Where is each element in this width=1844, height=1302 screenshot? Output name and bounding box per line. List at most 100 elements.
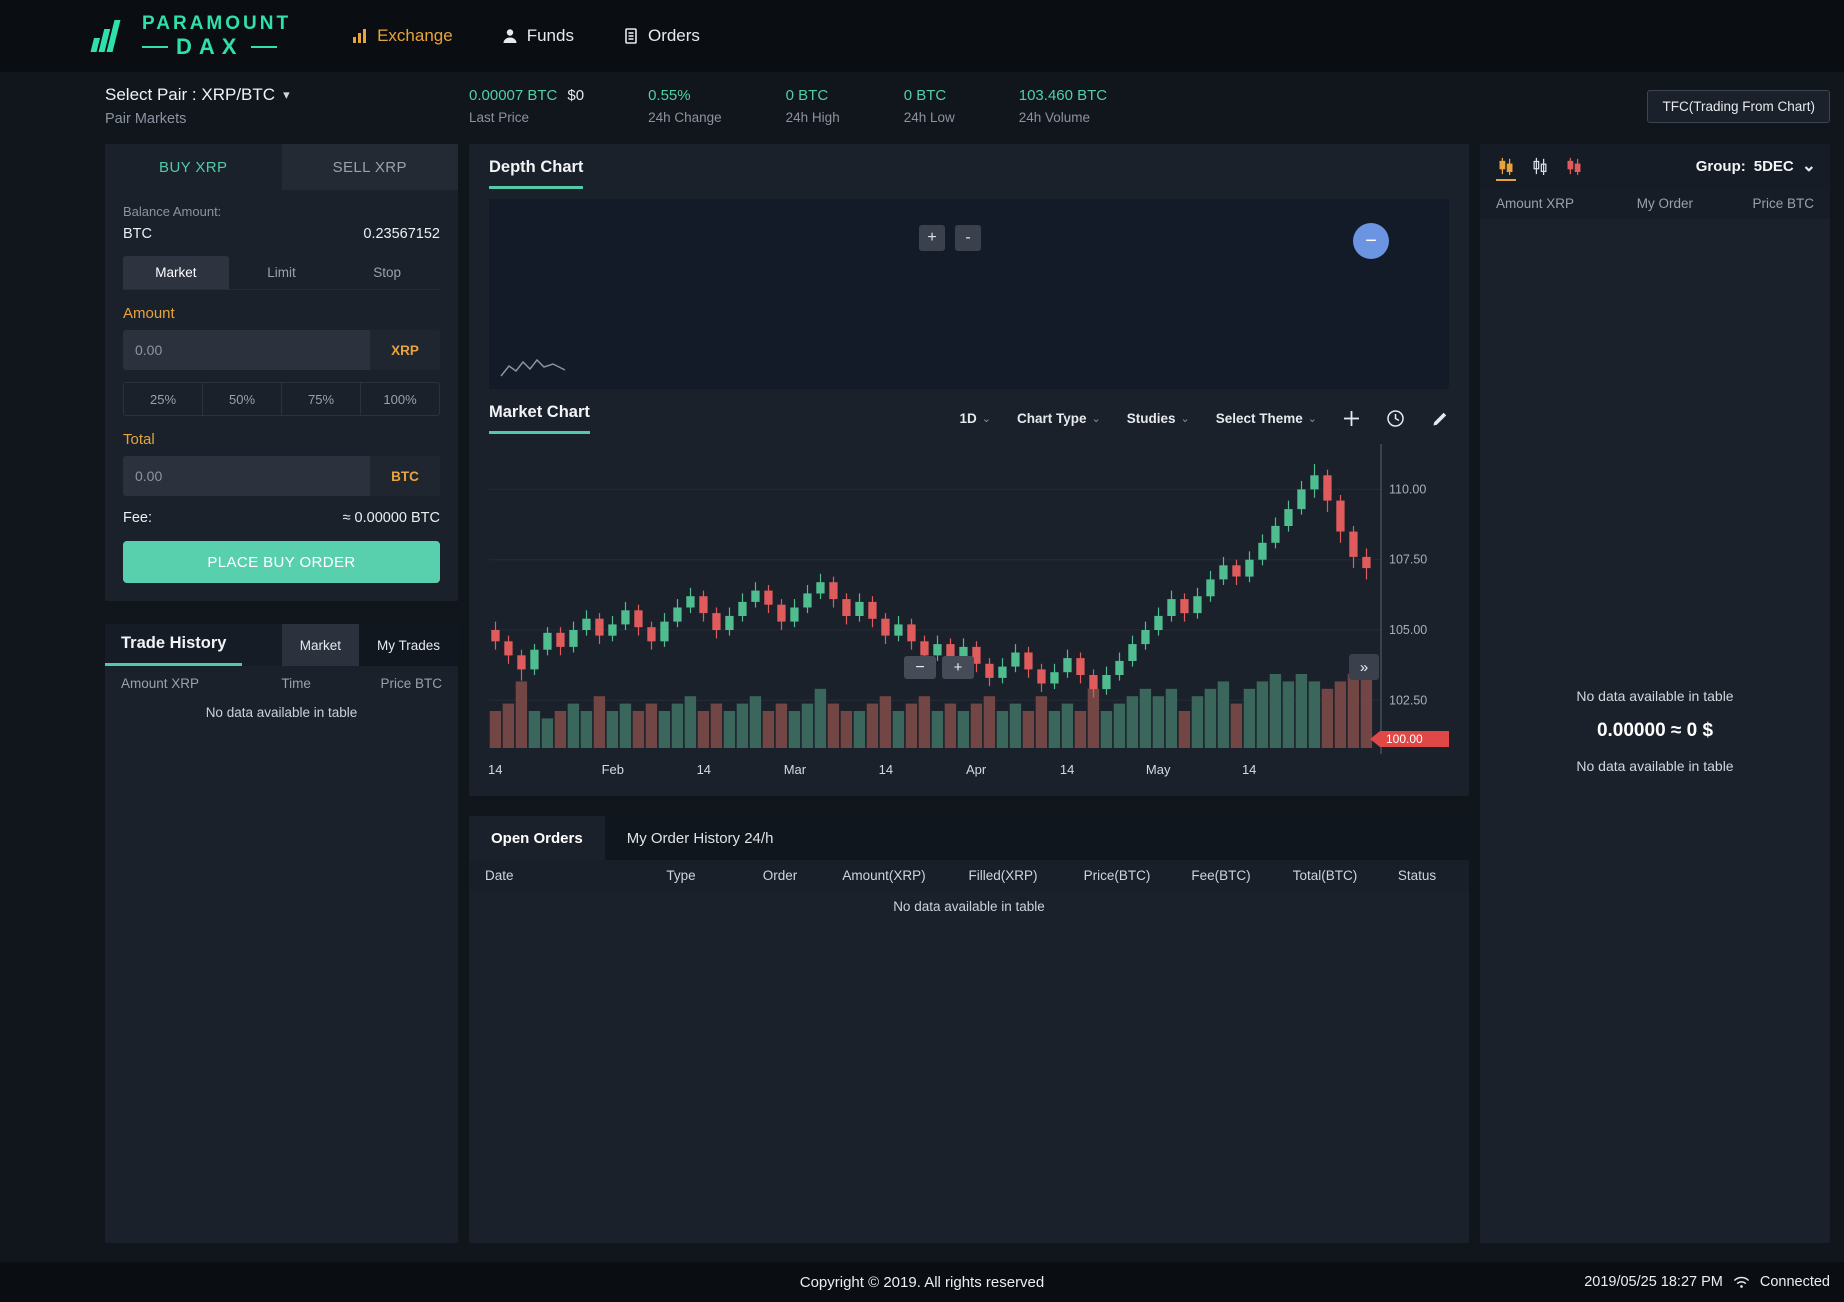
stat-24h-high: 0 BTC 24h High	[786, 87, 840, 125]
nav-item-orders[interactable]: Orders	[622, 26, 700, 46]
draw-pencil-icon[interactable]	[1431, 410, 1449, 428]
stat-last-price: 0.00007 BTC $0 Last Price	[469, 87, 584, 125]
depth-zoom-out-button[interactable]: -	[955, 225, 981, 251]
chevron-down-icon: ⌄	[1180, 413, 1190, 425]
group-value: 5DEC	[1753, 157, 1794, 175]
group-select[interactable]: Group: 5DEC ⌄	[1696, 156, 1816, 176]
order-type-tab-stop[interactable]: Stop	[334, 256, 440, 289]
sell-tab[interactable]: SELL XRP	[281, 144, 458, 190]
clock-icon[interactable]	[1386, 409, 1405, 428]
tfc-button[interactable]: TFC(Trading From Chart)	[1647, 89, 1830, 123]
exchange-icon	[351, 27, 369, 45]
main-content: BUY XRP SELL XRP Balance Amount: BTC 0.2…	[0, 140, 1844, 1243]
order-type-tab-market[interactable]: Market	[123, 256, 229, 289]
trade-history-tab-my-trades[interactable]: My Trades	[358, 624, 458, 666]
wifi-icon	[1732, 1272, 1751, 1293]
svg-text:14: 14	[489, 762, 502, 777]
amount-input[interactable]	[123, 330, 370, 370]
column-header: Price BTC	[380, 676, 442, 691]
depth-zoom-in-button[interactable]: +	[919, 225, 945, 251]
chart-zoom-out-button[interactable]: −	[904, 656, 936, 679]
nav-item-exchange[interactable]: Exchange	[351, 26, 453, 46]
order-type-tab-limit[interactable]: Limit	[229, 256, 335, 289]
theme-dropdown[interactable]: Select Theme ⌄	[1216, 411, 1317, 426]
depth-sparkline-icon	[499, 354, 569, 385]
fee-label: Fee:	[123, 510, 153, 526]
chevron-down-icon: ⌄	[1801, 156, 1816, 175]
chart-scroll-latest-button[interactable]: »	[1349, 654, 1379, 680]
stat-label: 24h Change	[648, 110, 722, 125]
column-header: Filled(XRP)	[968, 868, 1038, 883]
depth-chart-title: Depth Chart	[489, 158, 584, 189]
depth-chart-area[interactable]: + - −	[489, 199, 1449, 389]
stat-value: 103.460 BTC	[1018, 87, 1108, 104]
depth-collapse-button[interactable]: −	[1353, 223, 1389, 259]
buy-tab[interactable]: BUY XRP	[105, 144, 282, 190]
select-pair-dropdown[interactable]: Select Pair : XRP/BTC ▾	[105, 85, 445, 105]
open-orders-tab[interactable]: Open Orders	[469, 816, 605, 860]
order-history-tab[interactable]: My Order History 24/h	[605, 816, 796, 860]
orders-icon	[622, 27, 640, 45]
trade-history-tab-market[interactable]: Market	[281, 624, 359, 666]
trade-panel: BUY XRP SELL XRP Balance Amount: BTC 0.2…	[105, 144, 458, 601]
stat-value: 0 BTC	[903, 87, 947, 104]
svg-text:14: 14	[697, 762, 711, 777]
footer: Copyright © 2019. All rights reserved 20…	[0, 1262, 1844, 1302]
interval-dropdown[interactable]: 1D ⌄	[960, 411, 991, 426]
trade-history-columns: Amount XRP Time Price BTC	[105, 666, 458, 697]
theme-label: Select Theme	[1215, 411, 1303, 426]
studies-label: Studies	[1126, 411, 1176, 426]
studies-dropdown[interactable]: Studies ⌄	[1127, 411, 1190, 426]
column-header: My Order	[1636, 196, 1694, 211]
svg-text:107.50: 107.50	[1389, 553, 1427, 567]
column-header: Amount XRP	[1496, 196, 1575, 211]
bids-empty: No data available in table	[1576, 758, 1734, 774]
main-nav: Exchange Funds Orders	[351, 26, 700, 46]
column-header: Type	[666, 868, 696, 883]
order-book-panel: Group: 5DEC ⌄ Amount XRP My Order Price …	[1480, 144, 1830, 1243]
amount-suffix: XRP	[370, 330, 440, 370]
stat-value: 0.00007 BTC	[469, 87, 558, 104]
total-input[interactable]	[123, 456, 370, 496]
stat-24h-low: 0 BTC 24h Low	[904, 87, 955, 125]
column-header: Status	[1397, 868, 1437, 883]
chevron-down-icon: ⌄	[981, 413, 992, 425]
pair-markets-link[interactable]: Pair Markets	[105, 111, 445, 127]
percent-25-button[interactable]: 25%	[124, 383, 202, 415]
book-view-bids-icon[interactable]	[1564, 151, 1584, 181]
charts-panel: Depth Chart + - − Market Chart 1D ⌄ Char…	[469, 144, 1469, 796]
nav-item-label: Exchange	[377, 26, 453, 45]
chevron-down-icon: ⌄	[1091, 413, 1101, 425]
percent-50-button[interactable]: 50%	[202, 383, 281, 415]
nav-item-label: Orders	[647, 26, 700, 45]
column-header: Price BTC	[1752, 196, 1814, 211]
place-buy-order-button[interactable]: PLACE BUY ORDER	[123, 541, 440, 583]
chart-zoom-in-button[interactable]: +	[942, 656, 974, 679]
stat-label: 24h Volume	[1018, 110, 1091, 125]
chart-type-dropdown[interactable]: Chart Type ⌄	[1017, 411, 1101, 426]
mid-price-value: 0.00000 ≈ 0 $	[1596, 720, 1714, 741]
book-view-both-icon[interactable]	[1496, 151, 1516, 181]
svg-text:14: 14	[1242, 762, 1256, 777]
stat-label: 24h High	[785, 110, 840, 125]
candlestick-chart[interactable]: 110.00 107.50 105.00 102.50 14 Feb 14 Mar 14 Apr 1…	[489, 444, 1449, 782]
column-header: Total(BTC)	[1292, 868, 1358, 883]
group-label: Group:	[1695, 157, 1746, 175]
percent-100-button[interactable]: 100%	[360, 383, 439, 415]
column-header: Time	[281, 676, 311, 691]
nav-item-funds[interactable]: Funds	[501, 26, 574, 46]
svg-text:Mar: Mar	[784, 762, 807, 777]
order-book-columns: Amount XRP My Order Price BTC	[1480, 188, 1830, 219]
column-header: Fee(BTC)	[1191, 868, 1251, 883]
brand-logo[interactable]: PARAMOUNT DAX	[88, 14, 291, 59]
column-header: Amount XRP	[121, 676, 200, 691]
svg-text:Apr: Apr	[966, 762, 987, 777]
percent-75-button[interactable]: 75%	[281, 383, 360, 415]
book-view-asks-icon[interactable]	[1530, 151, 1550, 181]
chevron-down-icon: ▾	[283, 87, 290, 102]
brand-name-bottom: DAX	[176, 34, 244, 59]
column-header: Date	[485, 868, 514, 883]
add-chart-icon[interactable]	[1343, 410, 1360, 427]
stat-extra: $0	[567, 87, 585, 104]
column-header: Price(BTC)	[1083, 868, 1151, 883]
